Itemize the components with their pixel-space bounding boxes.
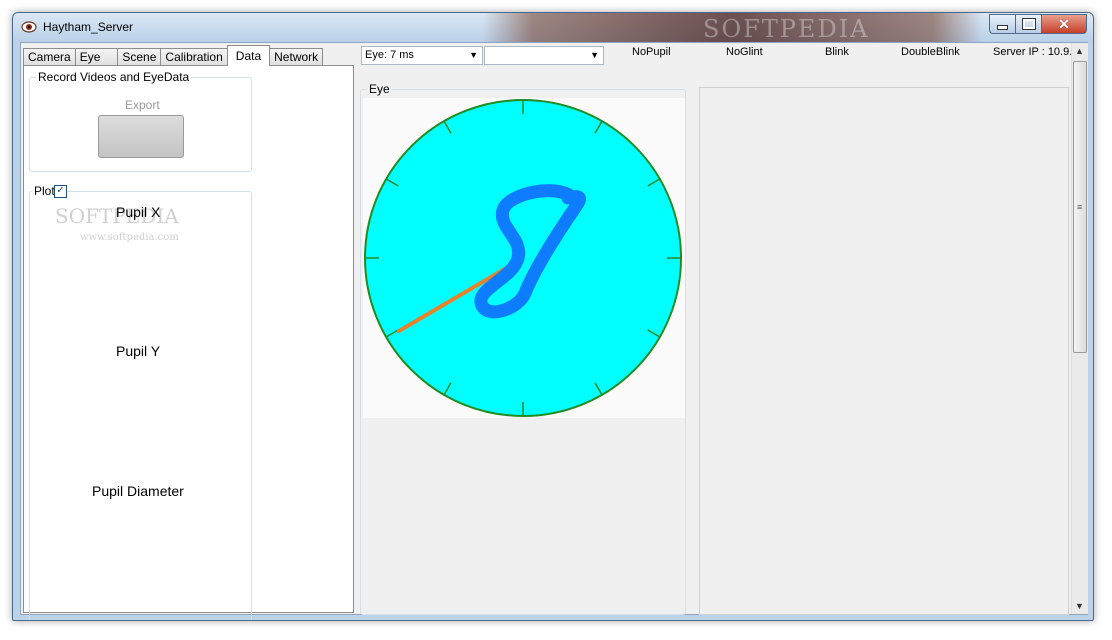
record-group: Record Videos and EyeData Export	[29, 70, 252, 172]
tab-eye[interactable]: Eye	[74, 48, 119, 66]
status-nopupil: NoPupil	[632, 46, 671, 58]
pupil-x-title: Pupil X	[116, 204, 161, 220]
eye-dial-graphic	[364, 99, 682, 417]
maximize-icon	[1021, 18, 1036, 30]
maximize-button[interactable]	[1016, 14, 1042, 34]
softpedia-url-watermark: www.softpedia.com	[80, 232, 179, 243]
window-title: Haytham_Server	[43, 20, 134, 34]
status-noglint: NoGlint	[726, 46, 763, 58]
softpedia-watermark: SOFTPEDIA	[703, 15, 870, 43]
eye-timing-value: Eye: 7 ms	[365, 49, 414, 61]
close-icon: ✕	[1058, 15, 1070, 32]
titlebar-background-image: SOFTPEDIA	[483, 13, 983, 43]
status-blink: Blink	[825, 46, 849, 58]
client-area: Camera Eye Scene Calibration Data Networ…	[20, 42, 1088, 620]
eye-view	[363, 98, 685, 418]
scene-view-panel	[699, 87, 1069, 615]
title-bar[interactable]: Haytham_Server SOFTPEDIA ✕	[13, 13, 1093, 43]
close-button[interactable]: ✕	[1042, 14, 1087, 34]
tab-camera[interactable]: Camera	[23, 48, 76, 66]
plot-label: Plot	[32, 184, 57, 198]
tab-scene[interactable]: Scene	[117, 48, 162, 66]
server-ip-label: Server IP : 10.9.	[993, 46, 1073, 58]
scrollbar-thumb[interactable]: ≡	[1073, 61, 1087, 353]
record-group-label: Record Videos and EyeData	[36, 70, 192, 84]
app-window: Haytham_Server SOFTPEDIA ✕ Camera Eye Sc…	[12, 12, 1094, 621]
vertical-scrollbar[interactable]: ▲ ≡ ▼	[1071, 43, 1088, 614]
pupil-diameter-title: Pupil Diameter	[92, 483, 184, 499]
eye-icon	[21, 21, 37, 33]
export-button[interactable]	[98, 115, 184, 158]
pupil-y-title: Pupil Y	[116, 343, 161, 359]
plot-group: Plot ✓ SOFTPEDIA www.softpedia.com Pupil…	[29, 184, 252, 620]
data-tab-panel: Record Videos and EyeData Export Plot ✓ …	[23, 65, 354, 620]
minimize-icon	[997, 24, 1008, 30]
chevron-down-icon: ▼	[590, 50, 599, 60]
tab-network[interactable]: Network	[269, 48, 324, 66]
grip-icon: ≡	[1077, 202, 1083, 212]
minimize-button[interactable]	[989, 14, 1016, 34]
scroll-up-icon[interactable]: ▲	[1075, 46, 1084, 56]
plot-checkbox[interactable]: ✓	[54, 185, 67, 198]
secondary-dropdown[interactable]: ▼	[484, 46, 604, 65]
scroll-down-icon[interactable]: ▼	[1075, 601, 1084, 611]
tab-data[interactable]: Data	[226, 45, 271, 66]
eye-timing-dropdown[interactable]: Eye: 7 ms ▼	[361, 46, 483, 65]
tab-calibration[interactable]: Calibration	[160, 48, 228, 66]
eye-group-label: Eye	[367, 82, 392, 96]
tab-strip: Camera Eye Scene Calibration Data Networ…	[23, 45, 324, 66]
chevron-down-icon: ▼	[469, 50, 478, 60]
export-label: Export	[125, 98, 160, 112]
eye-group: Eye	[360, 82, 686, 615]
status-doubleblink: DoubleBlink	[901, 46, 960, 58]
